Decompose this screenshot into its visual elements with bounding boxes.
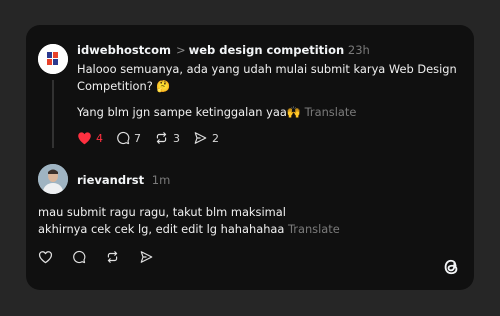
share-button[interactable] [139, 250, 154, 264]
reply-header: rievandrst 1m [77, 173, 170, 187]
author-avatar[interactable] [38, 44, 68, 74]
share-count: 2 [212, 131, 219, 145]
heart-filled-icon [78, 132, 91, 145]
idwebhost-logo-icon [38, 44, 68, 74]
like-button[interactable]: 4 [77, 131, 103, 145]
separator: > [175, 43, 186, 57]
share-icon [140, 251, 153, 263]
post-text: Yang blm jgn sampe ketinggalan yaa🙌 [77, 105, 302, 119]
share-button[interactable]: 2 [193, 131, 219, 145]
reply-actions [38, 250, 167, 264]
comment-icon [117, 131, 130, 145]
reply-time: 1m [151, 173, 171, 187]
comment-button[interactable] [72, 250, 86, 264]
post-text-line1: Halooo semuanya, ada yang udah mulai sub… [77, 62, 457, 76]
repost-button[interactable] [105, 250, 120, 264]
reply-text-line1: mau submit ragu ragu, takut blm maksimal [38, 205, 286, 219]
post-time: 23h [347, 43, 370, 57]
like-button[interactable] [38, 250, 53, 264]
post-actions: 4 7 3 2 [77, 131, 232, 145]
reply-avatar[interactable] [38, 164, 68, 194]
post-text-line2: Competition? 🤔 [77, 79, 171, 93]
thread-card: idwebhostcom > web design competition 23h … [26, 25, 474, 290]
threads-logo-icon[interactable] [441, 256, 461, 282]
reply-author[interactable]: rievandrst [77, 173, 144, 187]
thread-line [52, 80, 54, 148]
translate-link[interactable]: Translate [288, 222, 340, 236]
like-count: 4 [96, 131, 103, 145]
repost-icon [156, 132, 167, 144]
repost-button[interactable]: 3 [154, 131, 180, 145]
share-icon [194, 132, 207, 144]
user-photo [38, 164, 68, 194]
community-name[interactable]: web design competition [189, 43, 345, 57]
reply-text-line2: akhirnya cek cek lg, edit edit lg hahaha… [38, 221, 340, 238]
comment-icon [73, 250, 86, 264]
repost-count: 3 [173, 131, 180, 145]
post-text-line3: Yang blm jgn sampe ketinggalan yaa🙌 Tran… [77, 104, 356, 121]
repost-icon [107, 251, 118, 263]
post-author[interactable]: idwebhostcom [77, 43, 171, 57]
post-header: idwebhostcom > web design competition 23h [77, 43, 370, 57]
comment-button[interactable]: 7 [116, 131, 141, 145]
translate-link[interactable]: Translate [305, 105, 357, 119]
reply-text: akhirnya cek cek lg, edit edit lg hahaha… [38, 222, 285, 236]
comment-count: 7 [134, 131, 141, 145]
heart-icon [38, 251, 53, 264]
